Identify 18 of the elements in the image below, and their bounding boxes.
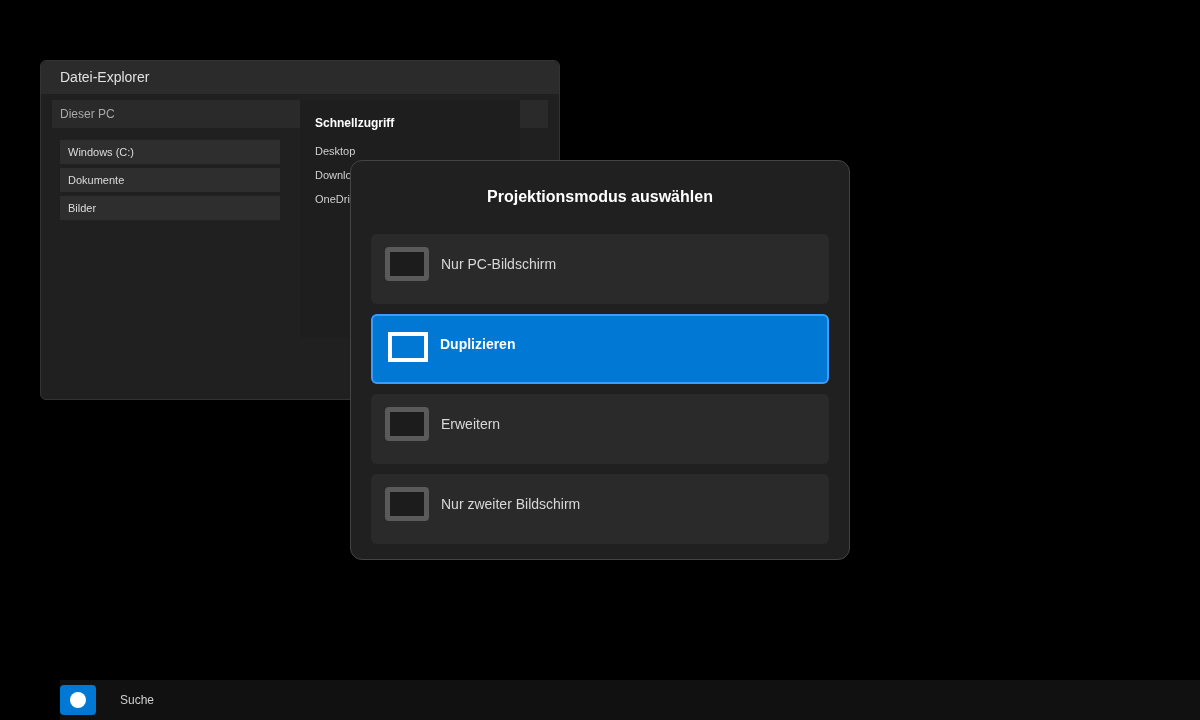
projection-option[interactable]: Erweitern: [371, 394, 829, 464]
projection-option[interactable]: Nur zweiter Bildschirm: [371, 474, 829, 544]
sidebar-item[interactable]: Dokumente: [60, 168, 280, 192]
start-button[interactable]: [60, 685, 96, 715]
sidebar-header[interactable]: Dieser PC: [52, 100, 300, 128]
sidebar-item[interactable]: Windows (C:): [60, 140, 280, 164]
monitor-icon: [388, 332, 428, 362]
window-title: Datei-Explorer: [60, 68, 150, 87]
projection-option[interactable]: Duplizieren: [371, 314, 829, 384]
monitor-icon: [385, 407, 429, 441]
section-heading: Schnellzugriff: [315, 115, 396, 132]
search-label[interactable]: Suche: [120, 691, 155, 709]
dialog-title: Projektionsmodus auswählen: [487, 187, 713, 207]
monitor-icon: [385, 487, 429, 521]
projection-option[interactable]: Nur PC-Bildschirm: [371, 234, 829, 304]
sidebar-item[interactable]: Bilder: [60, 196, 280, 220]
quick-access-item[interactable]: Desktop: [315, 144, 505, 158]
monitor-icon: [385, 247, 429, 281]
